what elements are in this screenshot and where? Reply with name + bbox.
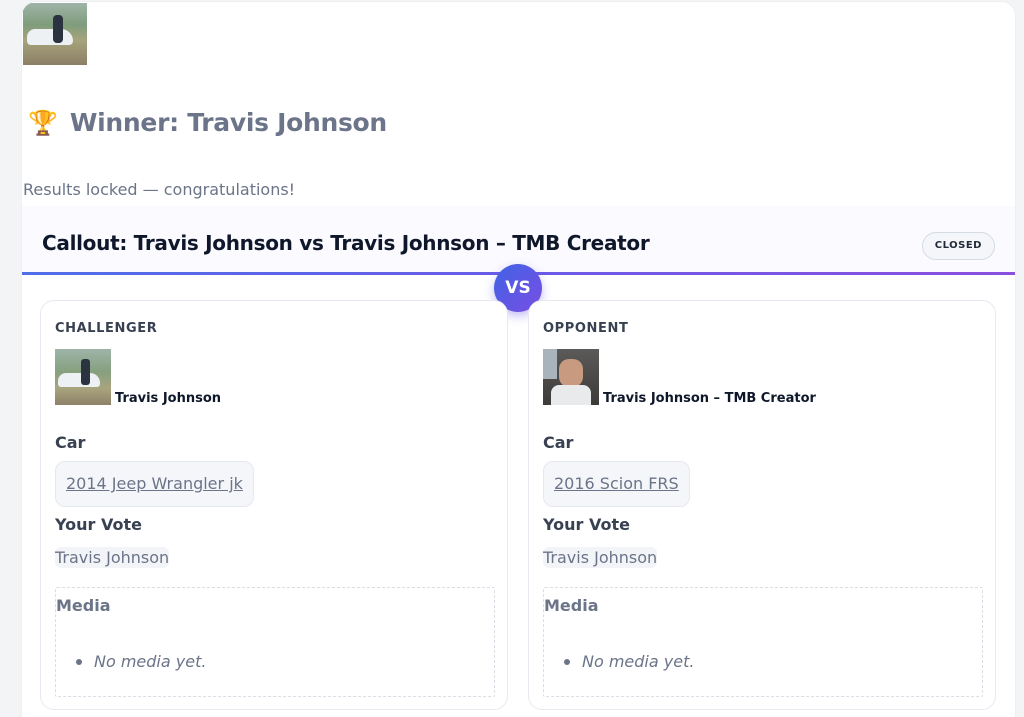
challenger-vote-heading: Your Vote xyxy=(55,515,142,534)
bullet-icon xyxy=(564,658,570,665)
opponent-label: OPPONENT xyxy=(543,321,629,336)
status-badge: CLOSED xyxy=(921,232,995,260)
challenger-media-empty: No media yet. xyxy=(76,652,206,671)
challenger-car-heading: Car xyxy=(55,433,86,452)
opponent-media-box: Media No media yet. xyxy=(543,587,983,697)
opponent-vote-heading: Your Vote xyxy=(543,515,630,534)
challenger-media-empty-text: No media yet. xyxy=(94,652,207,671)
challenger-label: CHALLENGER xyxy=(55,321,158,336)
challenger-avatar xyxy=(55,349,111,405)
challenger-card: CHALLENGER Travis Johnson Car 2014 Jeep … xyxy=(40,300,508,710)
bullet-icon xyxy=(76,658,82,665)
opponent-car-link[interactable]: 2016 Scion FRS xyxy=(543,461,690,507)
challenger-car-link[interactable]: 2014 Jeep Wrangler jk xyxy=(55,461,254,507)
callout-title: Callout: Travis Johnson vs Travis Johnso… xyxy=(42,231,650,255)
winner-row: 🏆 Winner: Travis Johnson xyxy=(28,108,387,137)
winner-subtitle: Results locked — congratulations! xyxy=(23,180,296,199)
opponent-media-empty: No media yet. xyxy=(564,652,694,671)
winner-title: Winner: Travis Johnson xyxy=(69,108,387,137)
challenger-media-box: Media No media yet. xyxy=(55,587,495,697)
opponent-vote-value: Travis Johnson xyxy=(543,547,658,568)
opponent-car-heading: Car xyxy=(543,433,574,452)
challenger-vote-value: Travis Johnson xyxy=(55,547,170,568)
winner-photo xyxy=(23,3,87,65)
opponent-name: Travis Johnson – TMB Creator xyxy=(603,391,816,406)
trophy-icon: 🏆 xyxy=(28,108,58,137)
opponent-media-heading: Media xyxy=(544,596,599,615)
challenger-media-heading: Media xyxy=(56,596,111,615)
challenger-name: Travis Johnson xyxy=(115,391,222,406)
opponent-card: OPPONENT Travis Johnson – TMB Creator Ca… xyxy=(528,300,996,710)
opponent-avatar xyxy=(543,349,599,405)
page-card: 🏆 Winner: Travis Johnson Results locked … xyxy=(22,2,1015,717)
opponent-media-empty-text: No media yet. xyxy=(582,652,695,671)
